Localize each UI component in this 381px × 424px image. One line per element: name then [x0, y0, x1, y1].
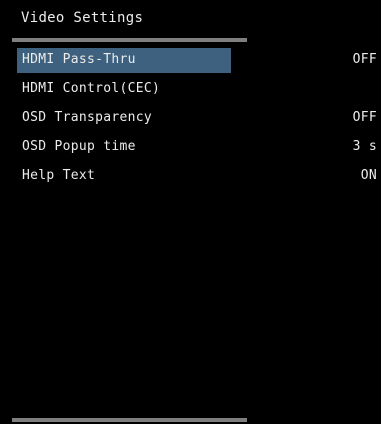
menu-item-value: OFF [352, 110, 377, 125]
menu-item-label: Help Text [22, 168, 96, 183]
menu-item-label: HDMI Pass-Thru [22, 52, 136, 67]
bottom-divider [12, 418, 247, 422]
menu-item-label: OSD Popup time [22, 139, 136, 154]
menu-item-hdmi-control-cec[interactable]: HDMI Control(CEC) [0, 77, 381, 106]
menu-item-label: OSD Transparency [22, 110, 153, 125]
menu-item-value: ON [360, 168, 377, 183]
menu-list: HDMI Pass-Thru OFF HDMI Control(CEC) OSD… [0, 48, 381, 193]
menu-item-osd-popup-time[interactable]: OSD Popup time 3 s [0, 135, 381, 164]
menu-item-osd-transparency[interactable]: OSD Transparency OFF [0, 106, 381, 135]
menu-item-label: HDMI Control(CEC) [22, 81, 161, 96]
menu-item-hdmi-pass-thru[interactable]: HDMI Pass-Thru OFF [0, 48, 381, 77]
menu-item-help-text[interactable]: Help Text ON [0, 164, 381, 193]
menu-item-value: OFF [352, 52, 377, 67]
top-divider [12, 38, 247, 42]
menu-item-value: 3 s [352, 139, 377, 154]
menu-title: Video Settings [21, 10, 144, 26]
